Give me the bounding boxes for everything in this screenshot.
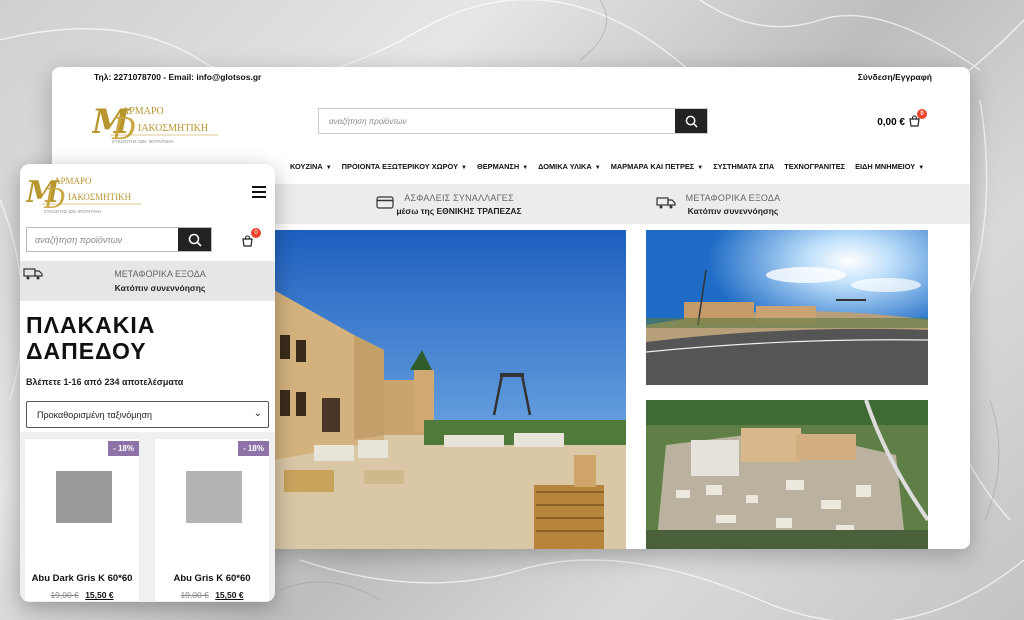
old-price: 19,00 € [180, 590, 209, 600]
nav-item[interactable]: ΣΥΣΤΗΜΑΤΑ ΣΠΑ [713, 162, 774, 171]
mobile-window: M D ΑΡΜΑΡΟ ΙΑΚΟΣΜΗΤΙΚΗ ΣΥΚΟΣΙΤΗΣ ΙΩΝ. ΦΟ… [20, 164, 275, 602]
discount-badge: - 18% [238, 441, 269, 456]
truck-icon [656, 197, 676, 209]
page-title-line2: ΔΑΠΕΔΟΥ [26, 338, 147, 364]
svg-text:ΙΑΚΟΣΜΗΤΙΚΗ: ΙΑΚΟΣΜΗΤΙΚΗ [138, 123, 208, 134]
nav-item[interactable]: ΜΑΡΜΑΡΑ ΚΑΙ ΠΕΤΡΕΣ ▼ [611, 162, 704, 171]
mobile-logo[interactable]: M D ΑΡΜΑΡΟ ΙΑΚΟΣΜΗΤΙΚΗ ΣΥΚΟΣΙΤΗΣ ΙΩΝ. ΦΟ… [25, 170, 146, 216]
mobile-info-subtitle: Κατόπιν συνεννόησης [114, 283, 206, 293]
search-bar: αναζήτηση προϊόντων [318, 108, 708, 134]
svg-text:ΣΥΚΟΣΙΤΗΣ ΙΩΝ. ΦΟΥΝΤΑΚΗ: ΣΥΚΟΣΙΤΗΣ ΙΩΝ. ΦΟΥΝΤΑΚΗ [112, 139, 173, 144]
cart-widget[interactable]: 0,00 € 0 [877, 109, 927, 130]
mobile-search-button[interactable] [178, 228, 211, 251]
nav-item-label: ΔΟΜΙΚΑ ΥΛΙΚΑ [538, 162, 592, 171]
caret-down-icon: ▼ [918, 165, 925, 171]
mobile-info-bar: ΜΕΤΑΦΟΡΙΚΑ ΕΞΟΔΑ Κατόπιν συνεννόησης [20, 261, 275, 301]
hero-photo-yard [274, 230, 626, 549]
nav-item[interactable]: ΕΙΔΗ ΜΝΗΜΕΙΟΥ ▼ [855, 162, 924, 171]
product-name[interactable]: Abu Dark Gris K 60*60 [25, 573, 139, 584]
product-price: 19,00 € 15,50 € [25, 590, 139, 600]
cart-count-badge: 0 [251, 228, 261, 238]
card-icon [376, 196, 394, 209]
contact-info: Τηλ: 2271078700 - Email: info@glotsos.gr [94, 72, 262, 82]
menu-icon[interactable] [252, 186, 266, 201]
sort-select[interactable]: Προκαθορισμένη ταξινόμηση ⌄ [26, 401, 269, 428]
sort-select-value: Προκαθορισμένη ταξινόμηση [37, 410, 153, 420]
svg-text:ΑΡΜΑΡΟ: ΑΡΜΑΡΟ [122, 106, 164, 117]
search-button[interactable] [675, 109, 707, 133]
product-price: 19,00 € 15,50 € [155, 590, 269, 600]
cart-icon[interactable]: 0 [909, 109, 927, 130]
site-logo[interactable]: M D ΑΡΜΑΡΟ ΙΑΚΟΣΜΗΤΙΚΗ ΣΥΚΟΣΙΤΗΣ ΙΩΝ. ΦΟ… [91, 99, 222, 147]
truck-icon [23, 268, 43, 280]
info-subtitle: Κατόπιν συνεννόησης [687, 206, 779, 216]
page-title-line1: ΠΛΑΚΑΚΙΑ [26, 312, 156, 338]
nav-item[interactable]: ΠΡΟΙΟΝΤΑ ΕΞΩΤΕΡΙΚΟΥ ΧΩΡΟΥ ▼ [342, 162, 467, 171]
header: M D ΑΡΜΑΡΟ ΙΑΚΟΣΜΗΤΙΚΗ ΣΥΚΟΣΙΤΗΣ ΙΩΝ. ΦΟ… [52, 87, 970, 155]
search-icon [685, 115, 698, 128]
old-price: 19,00 € [50, 590, 79, 600]
nav-item-label: ΘΕΡΜΑΝΣΗ [476, 162, 520, 171]
product-image[interactable] [186, 471, 242, 523]
nav-item-label: ΕΙΔΗ ΜΝΗΜΕΙΟΥ [855, 162, 916, 171]
cart-total: 0,00 € [877, 117, 905, 128]
new-price: 15,50 € [85, 590, 114, 600]
svg-text:ΑΡΜΑΡΟ: ΑΡΜΑΡΟ [54, 176, 92, 186]
mobile-search-bar: αναζήτηση προϊόντων [26, 227, 212, 252]
chevron-down-icon: ⌄ [253, 408, 262, 419]
nav-item[interactable]: ΔΟΜΙΚΑ ΥΛΙΚΑ ▼ [538, 162, 601, 171]
nav-item-label: ΚΟΥΖΙΝΑ [290, 162, 323, 171]
svg-text:ΙΑΚΟΣΜΗΤΙΚΗ: ΙΑΚΟΣΜΗΤΙΚΗ [68, 192, 132, 202]
caret-down-icon: ▼ [522, 165, 529, 171]
page-title: ΠΛΑΚΑΚΙΑ ΔΑΠΕΔΟΥ [26, 312, 155, 364]
nav-item-label: ΜΑΡΜΑΡΑ ΚΑΙ ΠΕΤΡΕΣ [610, 162, 695, 171]
mobile-search-input[interactable]: αναζήτηση προϊόντων [27, 228, 178, 251]
info-shipping: ΜΕΤΑΦΟΡΙΚΑ ΕΞΟΔΑ Κατόπιν συνεννόησης [656, 193, 796, 216]
info-secure: ΑΣΦΑΛΕΙΣ ΣΥΝΑΛΛΑΓΕΣ μέσω της ΕΘΝΙΚΗΣ ΤΡΑ… [374, 193, 544, 216]
nav-item-label: ΤΕΧΝΟΓΡΑΝΙΤΕΣ [784, 162, 846, 171]
search-input[interactable]: αναζήτηση προϊόντων [319, 109, 675, 133]
info-subtitle: μέσω της ΕΘΝΙΚΗΣ ΤΡΑΠΕΖΑΣ [396, 206, 522, 216]
photo-panorama [646, 230, 928, 385]
info-title: ΜΕΤΑΦΟΡΙΚΑ ΕΞΟΔΑ [685, 193, 781, 203]
nav-item[interactable]: ΘΕΡΜΑΝΣΗ ▼ [477, 162, 528, 171]
search-icon [188, 233, 202, 247]
svg-text:ΣΥΚΟΣΙΤΗΣ ΙΩΝ. ΦΟΥΝΤΑΚΗ: ΣΥΚΟΣΙΤΗΣ ΙΩΝ. ΦΟΥΝΤΑΚΗ [44, 209, 101, 214]
cart-count-badge: 0 [917, 109, 927, 119]
top-bar: Τηλ: 2271078700 - Email: info@glotsos.gr… [52, 67, 970, 87]
caret-down-icon: ▼ [594, 165, 601, 171]
nav-item[interactable]: ΤΕΧΝΟΓΡΑΝΙΤΕΣ [784, 162, 845, 171]
photo-aerial [646, 400, 928, 549]
main-nav: ΚΟΥΖΙΝΑ ▼ ΠΡΟΙΟΝΤΑ ΕΞΩΤΕΡΙΚΟΥ ΧΩΡΟΥ ▼ ΘΕΡΜΑΝ… [290, 162, 924, 171]
caret-down-icon: ▼ [325, 165, 332, 171]
product-name[interactable]: Abu Gris K 60*60 [155, 573, 269, 584]
nav-item[interactable]: ΚΟΥΖΙΝΑ ▼ [290, 162, 332, 171]
info-title: ΑΣΦΑΛΕΙΣ ΣΥΝΑΛΛΑΓΕΣ [404, 193, 514, 203]
product-card[interactable]: - 18% Abu Gris K 60*60 19,00 € 15,50 € [154, 438, 270, 602]
product-card[interactable]: - 18% Abu Dark Gris K 60*60 19,00 € 15,5… [24, 438, 140, 602]
nav-item-label: ΠΡΟΙΟΝΤΑ ΕΞΩΤΕΡΙΚΟΥ ΧΩΡΟΥ [341, 162, 459, 171]
mobile-info-title: ΜΕΤΑΦΟΡΙΚΑ ΕΞΟΔΑ [114, 269, 206, 279]
caret-down-icon: ▼ [697, 165, 704, 171]
product-image[interactable] [56, 471, 112, 523]
new-price: 15,50 € [215, 590, 244, 600]
login-link[interactable]: Σύνδεση/Εγγραφή [858, 72, 932, 82]
results-count: Βλέπετε 1-16 από 234 αποτελέσματα [26, 377, 184, 387]
caret-down-icon: ▼ [461, 165, 467, 171]
nav-item-label: ΣΥΣΤΗΜΑΤΑ ΣΠΑ [713, 162, 775, 171]
mobile-cart-icon[interactable]: 0 [242, 228, 261, 252]
discount-badge: - 18% [108, 441, 139, 456]
